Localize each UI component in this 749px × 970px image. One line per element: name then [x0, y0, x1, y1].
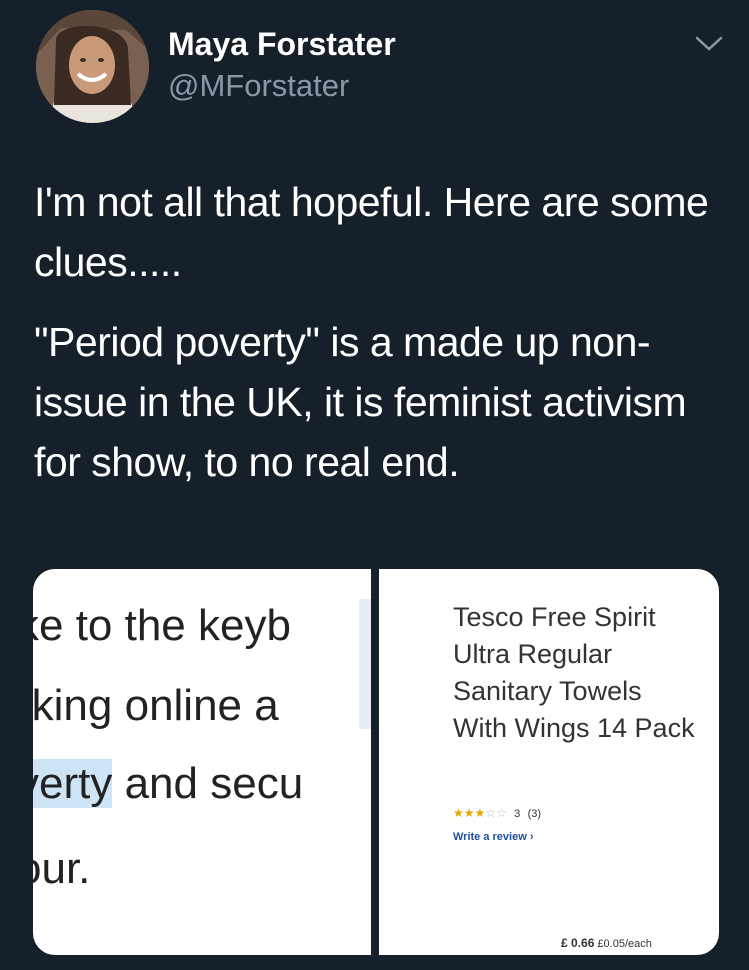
chevron-right-icon: ›: [529, 831, 534, 843]
write-review-link: Write a review ›: [453, 831, 534, 843]
tweet-paragraph: I'm not all that hopeful. Here are some …: [34, 179, 709, 285]
crop-text-line: ke to the keyb: [33, 601, 291, 650]
product-title: Tesco Free Spirit Ultra Regular Sanitary…: [453, 602, 695, 743]
unit-price: £0.05/each: [597, 938, 652, 950]
star-icon: ★: [453, 806, 464, 820]
tweet-text: I'm not all that hopeful. Here are some …: [34, 172, 724, 512]
author-avatar[interactable]: [36, 10, 149, 123]
price-value: £ 0.66: [561, 936, 595, 950]
author-handle[interactable]: @MForstater: [168, 68, 349, 104]
tweet-paragraph: "Period poverty" is a made up non-issue …: [34, 319, 687, 485]
crop-text-line: rking online a: [33, 681, 279, 730]
star-icon: ★: [474, 806, 486, 820]
crop-text-fragment: and secu: [112, 759, 304, 808]
image-edge-decoration: [359, 599, 371, 729]
author-name[interactable]: Maya Forstater: [168, 26, 396, 63]
media-image-text-crop[interactable]: ke to the keyb rking online a verty and …: [33, 569, 371, 955]
star-icon: ★: [463, 806, 475, 820]
chevron-down-icon[interactable]: [694, 34, 724, 54]
price: £ 0.66 £0.05/each: [561, 936, 652, 950]
star-empty-icon: ☆: [485, 806, 497, 820]
highlighted-word: verty: [33, 759, 113, 808]
star-empty-icon: ☆: [496, 806, 507, 820]
crop-text-line: verty and secu: [33, 759, 303, 809]
rating-count: (3): [527, 808, 542, 820]
media-grid[interactable]: ke to the keyb rking online a verty and …: [33, 569, 719, 955]
rating-value: 3: [514, 808, 521, 820]
crop-text-line: our.: [33, 844, 91, 893]
media-image-product[interactable]: Tesco Free Spirit Ultra Regular Sanitary…: [379, 569, 719, 955]
rating-stars: ★★★☆☆ 3 (3): [453, 806, 541, 820]
